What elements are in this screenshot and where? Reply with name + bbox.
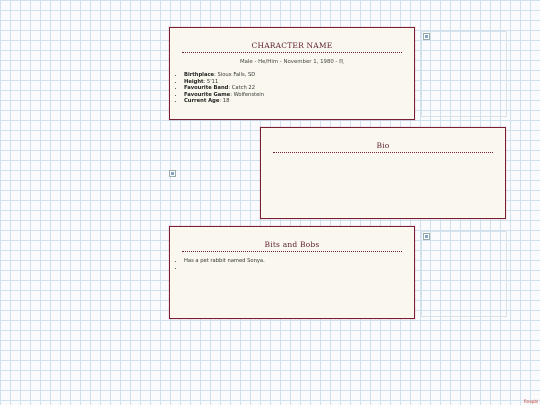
list-item: Favourite Band: Catch 22 <box>184 85 414 92</box>
fact-value: : Catch 22 <box>228 85 256 92</box>
fact-value: : 18 <box>219 98 230 105</box>
broken-image-icon <box>169 170 176 177</box>
fact-value: : Sioux Falls, SD <box>214 72 256 78</box>
list-item: Favourite Game: Wolfenstein <box>184 92 414 99</box>
list-item: Current Age: 18 <box>184 98 414 105</box>
bits-list: Has a pet rabbit named Sonya. <box>170 258 414 271</box>
fact-label: Favourite Game <box>184 91 231 98</box>
fact-label: Favourite Band <box>184 85 229 92</box>
character-name-heading: CHARACTER NAME <box>182 41 402 53</box>
broken-image-icon <box>423 233 430 240</box>
facts-list: Birthplace: Sioux Falls, SD Height: 5'11… <box>170 72 414 105</box>
fact-label: Current Age <box>184 98 220 105</box>
fact-value: : 5'11 <box>203 78 219 85</box>
list-item: Has a pet rabbit named Sonya. <box>184 258 414 265</box>
gallery-image-frame <box>421 231 507 317</box>
fact-label: Birthplace <box>184 72 215 78</box>
profile-card: CHARACTER NAME Male - He/Him - November … <box>169 27 415 120</box>
bits-heading: Bits and Bobs <box>182 240 402 252</box>
fact-label: Height <box>184 78 204 85</box>
list-item: Birthplace: Sioux Falls, SD <box>184 72 414 79</box>
list-item <box>184 265 414 272</box>
character-subline: Male - He/Him - November 1, 1980 - ♏ <box>239 59 345 65</box>
broken-image-icon <box>423 33 430 40</box>
bits-card: Bits and Bobs Has a pet rabbit named Son… <box>169 226 415 319</box>
bio-card: Bio <box>260 127 506 219</box>
portrait-image-frame <box>421 31 507 117</box>
bio-heading: Bio <box>273 141 493 153</box>
credit-link[interactable]: Rnepbl <box>524 399 538 404</box>
fact-value: : Wolfenstein <box>230 91 265 98</box>
list-item: Height: 5'11 <box>184 79 414 86</box>
